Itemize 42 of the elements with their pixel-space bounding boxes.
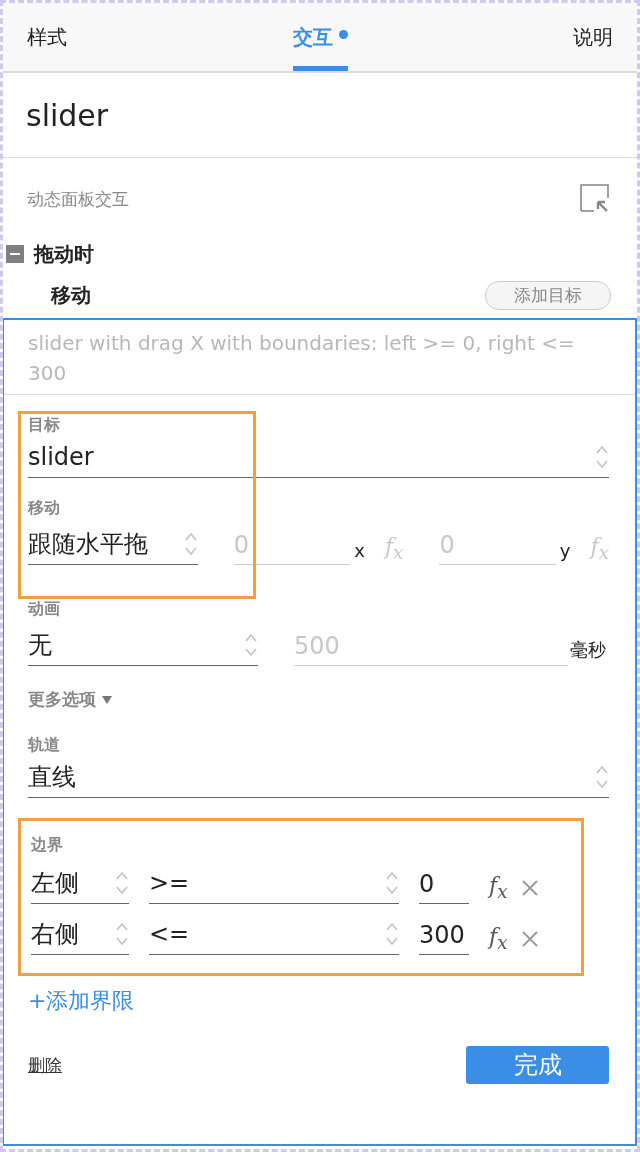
dropdown-caret-icon	[102, 695, 112, 704]
tab[interactable]: 样式	[27, 3, 67, 71]
spinner-icon	[385, 870, 399, 896]
field-label: 动画	[28, 599, 61, 620]
action-label: 移动	[51, 281, 91, 309]
side-select[interactable]: 右侧	[31, 914, 129, 955]
target-select[interactable]: slider	[28, 437, 609, 478]
spinner-icon	[183, 531, 198, 557]
track-select[interactable]: 直线	[28, 757, 609, 798]
close-icon	[521, 931, 538, 947]
unit-label: x	[354, 540, 365, 561]
section-title: 动态面板交互	[27, 187, 129, 211]
event-label: 拖动时	[34, 240, 94, 268]
spinner-icon	[244, 632, 258, 658]
collapse-toggle[interactable]	[6, 245, 24, 263]
unit-label: y	[559, 540, 571, 561]
field-label: 边界	[31, 835, 64, 856]
field-label: 轨道	[28, 735, 61, 756]
more-options-toggle[interactable]: 更多选项	[28, 688, 112, 711]
boundary-value-input[interactable]: 0	[419, 864, 469, 904]
action-description: slider with drag X with boundaries: left >= 0, right <= 300	[4, 320, 635, 395]
open-in-icon	[580, 184, 610, 214]
widget-name: slider	[3, 73, 637, 158]
operator-select[interactable]: >=	[149, 863, 399, 904]
function-button[interactable]: f$_{x}$	[489, 923, 508, 953]
close-icon	[521, 880, 538, 896]
side-select[interactable]: 左侧	[31, 863, 129, 904]
tab[interactable]: 说明	[573, 3, 613, 71]
unit-label: 毫秒	[570, 638, 606, 662]
spinner-icon	[115, 921, 129, 947]
function-button[interactable]: f$_{x}$	[489, 872, 508, 902]
spinner-icon	[115, 870, 129, 896]
delete-link[interactable]: 删除	[28, 1053, 62, 1077]
spinner-icon	[595, 444, 609, 470]
spinner-icon	[385, 921, 399, 947]
easing-select[interactable]: 无	[28, 625, 258, 666]
field-label: 移动	[28, 498, 61, 519]
boundary-value-input[interactable]: 300	[419, 915, 469, 955]
operator-select[interactable]: <=	[149, 914, 399, 955]
field-label: 目标	[28, 415, 61, 436]
move-mode-select[interactable]: 跟随水平拖	[28, 524, 198, 565]
spinner-icon	[595, 764, 609, 790]
